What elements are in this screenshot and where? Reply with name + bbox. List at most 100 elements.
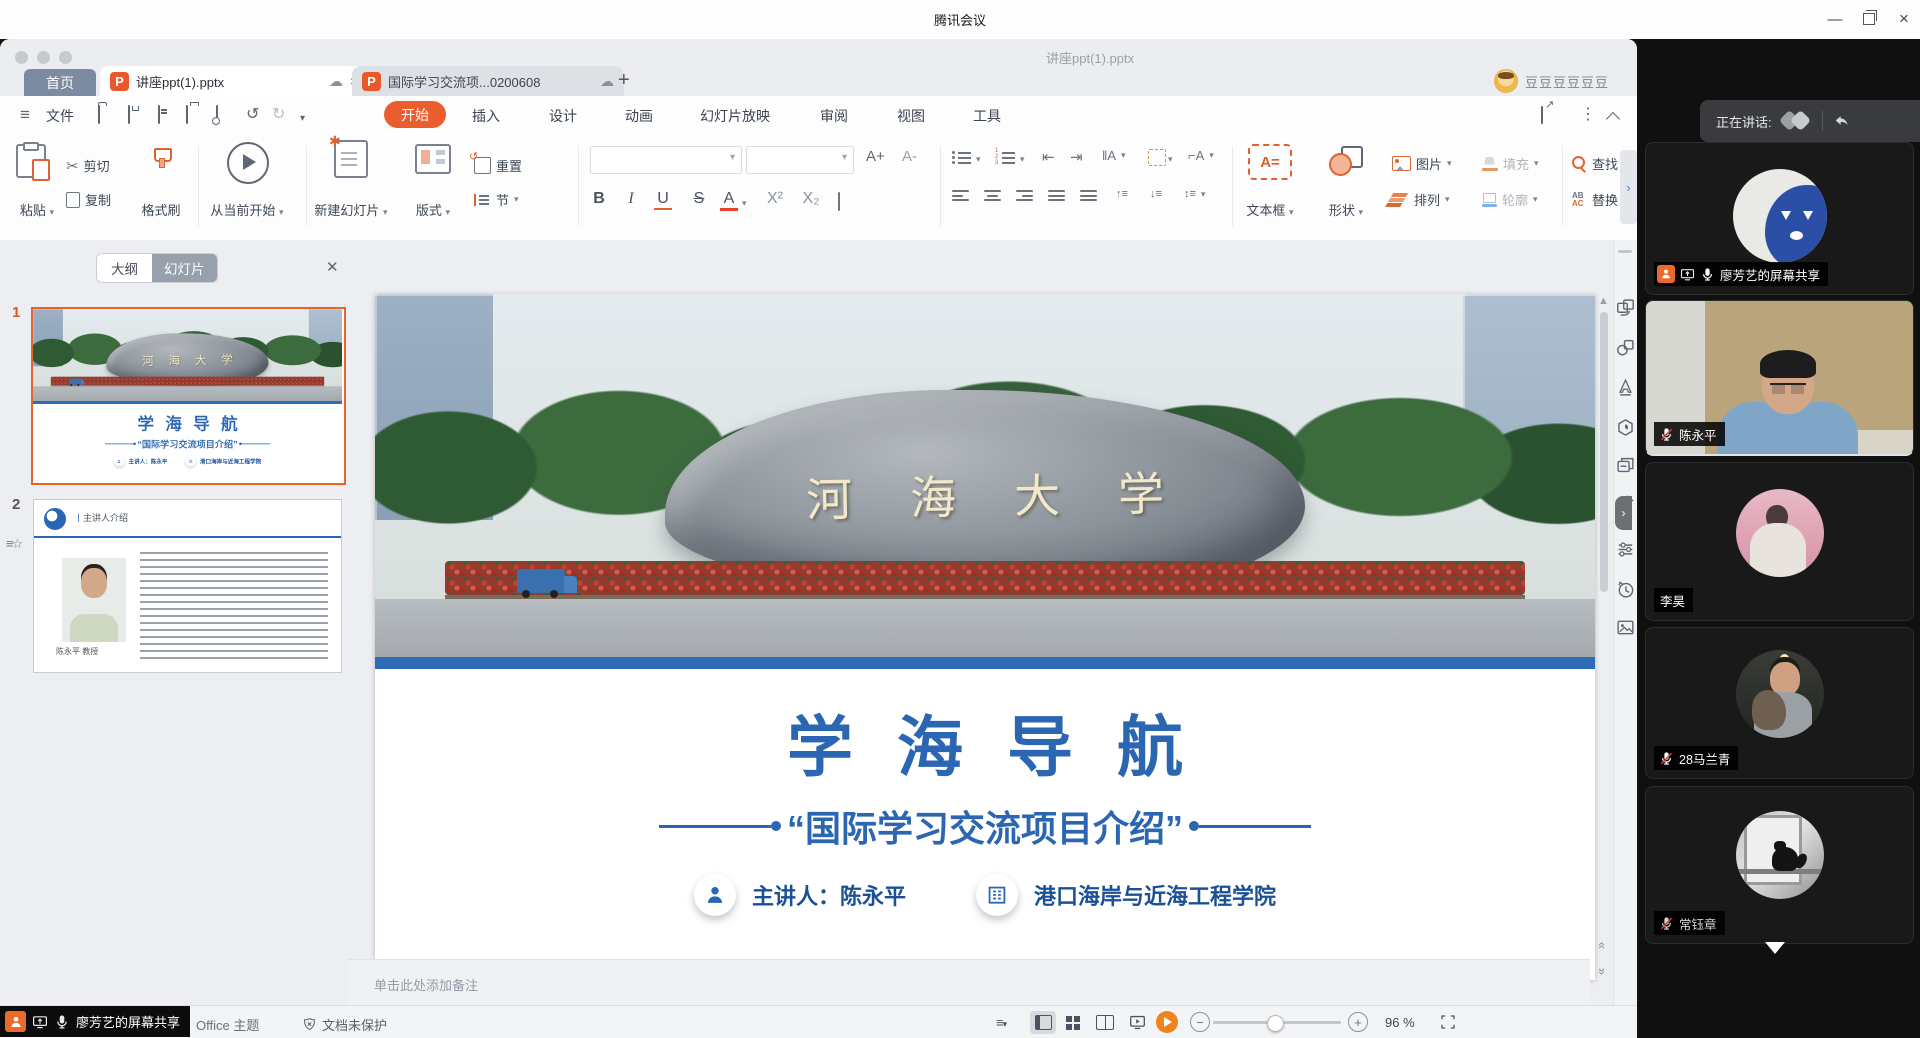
- clear-format-icon[interactable]: [838, 190, 840, 208]
- shapes-icon[interactable]: [1328, 142, 1364, 176]
- fullscreen-icon[interactable]: [1440, 1014, 1456, 1035]
- strikethrough-button[interactable]: S: [686, 190, 712, 208]
- line-spacing-down-icon[interactable]: ↓≡: [1150, 188, 1162, 200]
- decrease-indent-icon[interactable]: ⇤: [1042, 150, 1055, 165]
- menu-slideshow[interactable]: 幻灯片放映: [700, 106, 770, 126]
- properties-sliders-icon[interactable]: [1616, 540, 1635, 559]
- font-decrease-button[interactable]: A-: [902, 148, 917, 165]
- ribbon-expand-strip[interactable]: ›: [1620, 150, 1637, 224]
- notes-area[interactable]: 单击此处添加备注: [348, 959, 1590, 1007]
- history-icon[interactable]: [1616, 580, 1635, 599]
- traffic-light-minimize[interactable]: [37, 51, 50, 64]
- slide-subtitle-row[interactable]: “国际学习交流项目介绍”: [375, 800, 1595, 852]
- layout-icon[interactable]: [402, 140, 464, 174]
- scrollbar-thumb[interactable]: [1600, 312, 1608, 592]
- paste-icon[interactable]: [16, 144, 46, 178]
- new-slide-icon[interactable]: [318, 140, 384, 178]
- play-from-current-status-icon[interactable]: [1124, 1011, 1150, 1034]
- protection-status[interactable]: 文档未保护: [302, 1015, 387, 1034]
- collapse-ribbon-icon[interactable]: [1608, 112, 1618, 127]
- document-tab-inactive[interactable]: P 国际学习交流项...0200608 ☁: [352, 66, 624, 96]
- format-painter-icon[interactable]: [138, 142, 184, 166]
- account-chip[interactable]: 豆豆豆豆豆豆: [1494, 69, 1609, 93]
- increase-indent-icon[interactable]: ⇥: [1070, 150, 1083, 165]
- line-spacing-icon[interactable]: ↕≡▾: [1184, 188, 1205, 200]
- speaking-indicator-bar[interactable]: 正在讲话:: [1700, 100, 1920, 142]
- media-library-icon[interactable]: [1616, 618, 1635, 637]
- tab-outline[interactable]: 大纲: [97, 254, 152, 282]
- zoom-level[interactable]: 96 %: [1385, 1015, 1415, 1030]
- scrollbar-up-icon[interactable]: ▲: [1598, 295, 1609, 307]
- print-icon[interactable]: [186, 107, 188, 122]
- underline-button[interactable]: U: [654, 190, 672, 210]
- smart-beautify-icon[interactable]: [1616, 418, 1635, 437]
- participant-tile[interactable]: 28马兰青: [1645, 627, 1914, 779]
- italic-button[interactable]: I: [618, 190, 644, 208]
- quick-access-dropdown-icon[interactable]: ▾: [300, 111, 305, 126]
- slide-info-row[interactable]: 主讲人：陈永平 港口海岸与近海工程学院: [375, 874, 1595, 916]
- view-reading-button[interactable]: [1092, 1011, 1118, 1034]
- copy-button[interactable]: 复制: [66, 190, 111, 209]
- outline-button[interactable]: 轮廓 ▾: [1482, 190, 1538, 209]
- document-tab-active[interactable]: P 讲座ppt(1).pptx ☁ ×: [100, 66, 368, 96]
- zoom-out-icon[interactable]: −: [1190, 1012, 1210, 1032]
- font-color-button[interactable]: A: [720, 190, 738, 211]
- participant-tile[interactable]: 常钰章: [1645, 786, 1914, 944]
- minimize-button[interactable]: —: [1822, 8, 1848, 30]
- menu-design[interactable]: 设计: [549, 106, 577, 126]
- text-direction-icon[interactable]: ‖A▾: [1102, 148, 1126, 163]
- object-shapes-icon[interactable]: [1616, 338, 1635, 357]
- animation-star-icon[interactable]: ≡☆: [6, 536, 21, 552]
- zoom-slider-thumb[interactable]: [1267, 1015, 1284, 1032]
- slide1-thumbnail[interactable]: 河海大学 学海导航 “国际学习交流项目介绍” 主讲人：陈永平 港口海岸与近海工程…: [31, 307, 346, 485]
- menu-animation[interactable]: 动画: [625, 106, 653, 126]
- back-arrow-icon[interactable]: [1833, 113, 1850, 130]
- participant-tile-sharer[interactable]: 廖芳艺的屏幕共享: [1645, 142, 1914, 295]
- numbered-list-dropdown-icon[interactable]: ▾: [1020, 154, 1025, 165]
- slide-photo[interactable]: 河海大学: [375, 294, 1595, 657]
- more-options-icon[interactable]: ⋮: [1580, 107, 1596, 122]
- tab-slides[interactable]: 幻灯片: [152, 254, 217, 282]
- print-preview-icon[interactable]: [216, 107, 218, 122]
- new-slide-button[interactable]: 新建幻灯片 ▾: [302, 200, 400, 219]
- menu-home[interactable]: 开始: [384, 101, 446, 128]
- zoom-slider[interactable]: [1213, 1021, 1341, 1024]
- menu-file[interactable]: 文件: [46, 106, 74, 126]
- panel-collapse-handle[interactable]: ›: [1615, 496, 1632, 530]
- placeholder-box-icon[interactable]: [1148, 149, 1166, 166]
- align-distribute-icon[interactable]: [1080, 190, 1097, 201]
- layout-panes-icon[interactable]: [1616, 456, 1635, 475]
- participant-tile[interactable]: 李昊: [1645, 462, 1914, 621]
- share-icon[interactable]: [1541, 107, 1543, 122]
- textbox-icon[interactable]: A=: [1248, 142, 1292, 180]
- traffic-light-zoom[interactable]: [59, 51, 72, 64]
- font-color-dropdown-icon[interactable]: ▾: [742, 198, 747, 209]
- slide-canvas[interactable]: 河海大学 学海导航 “国际学习交流项目介绍”: [375, 294, 1595, 980]
- bold-button[interactable]: B: [586, 190, 612, 208]
- paste-button[interactable]: 粘贴 ▾: [6, 200, 68, 219]
- fill-button[interactable]: 填充 ▾: [1482, 154, 1539, 173]
- open-file-icon[interactable]: [98, 107, 100, 122]
- view-sorter-button[interactable]: [1060, 1011, 1086, 1034]
- notes-toggle-icon[interactable]: ≡▾: [996, 1015, 1006, 1030]
- menu-review[interactable]: 审阅: [820, 106, 848, 126]
- font-name-select[interactable]: [590, 146, 742, 174]
- shapes-button[interactable]: 形状 ▾: [1314, 200, 1378, 219]
- next-slide-button[interactable]: »: [1592, 964, 1614, 988]
- cut-button[interactable]: ✂剪切: [66, 156, 110, 175]
- restore-button[interactable]: [1856, 8, 1882, 30]
- new-tab-button[interactable]: +: [618, 69, 630, 92]
- placeholder-dropdown-icon[interactable]: ▾: [1168, 154, 1173, 165]
- section-button[interactable]: 节 ▾: [474, 190, 519, 209]
- more-participants-icon[interactable]: [1765, 942, 1785, 954]
- menu-view[interactable]: 视图: [897, 106, 925, 126]
- traffic-light-close[interactable]: [15, 51, 28, 64]
- slide-title[interactable]: 学海导航: [375, 694, 1595, 790]
- play-from-current-icon[interactable]: [227, 142, 267, 184]
- align-right-icon[interactable]: [1016, 190, 1033, 201]
- previous-slide-button[interactable]: «: [1592, 938, 1614, 962]
- wordart-icon[interactable]: [1616, 378, 1635, 397]
- panel-close-icon[interactable]: ✕: [326, 258, 339, 276]
- output-icon[interactable]: [158, 107, 160, 122]
- view-normal-button[interactable]: [1030, 1011, 1056, 1034]
